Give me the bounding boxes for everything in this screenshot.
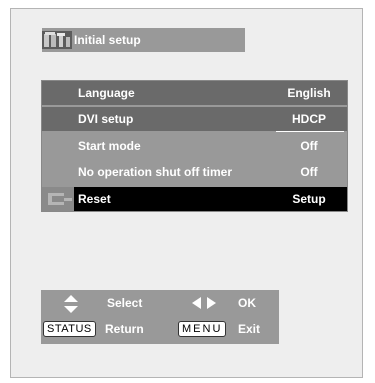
- menu-item-value: Setup: [292, 192, 326, 206]
- settings-menu: Language English DVI setup HDCP Start mo…: [41, 80, 348, 212]
- menu-item-value: English: [287, 86, 331, 100]
- menu-item-reset[interactable]: Reset Setup: [42, 187, 347, 211]
- menu-item-value: HDCP: [274, 112, 344, 132]
- menu-item-start-mode[interactable]: Start mode Off: [42, 134, 347, 158]
- menu-item-dvi-setup[interactable]: DVI setup HDCP: [42, 107, 347, 132]
- menu-item-label: Reset: [78, 192, 111, 206]
- menu-header: Initial setup: [42, 28, 245, 52]
- ok-hint: OK: [238, 296, 256, 310]
- menu-item-label: Language: [78, 86, 135, 100]
- page-title: Initial setup: [74, 33, 141, 47]
- menu-item-label: No operation shut off timer: [78, 165, 232, 179]
- menu-item-value: Off: [300, 165, 318, 179]
- select-hint: Select: [107, 296, 143, 310]
- menu-item-label: DVI setup: [78, 112, 134, 126]
- exit-hint: Exit: [238, 322, 261, 336]
- up-down-arrow-icon: [64, 295, 78, 313]
- menu-key: MENU: [178, 321, 227, 337]
- left-right-arrow-icon: [192, 297, 216, 309]
- button-guide: Select OK STATUS Return MENU Exit: [41, 290, 279, 344]
- reset-icon: [42, 187, 74, 211]
- menu-item-label: Start mode: [78, 139, 141, 153]
- return-hint: Return: [105, 322, 144, 336]
- status-key: STATUS: [43, 321, 96, 337]
- menu-item-shut-off-timer[interactable]: No operation shut off timer Off: [42, 160, 347, 184]
- menu-item-value: Off: [300, 139, 318, 153]
- setup-menu-icon: [42, 31, 72, 49]
- menu-item-language[interactable]: Language English: [42, 81, 347, 105]
